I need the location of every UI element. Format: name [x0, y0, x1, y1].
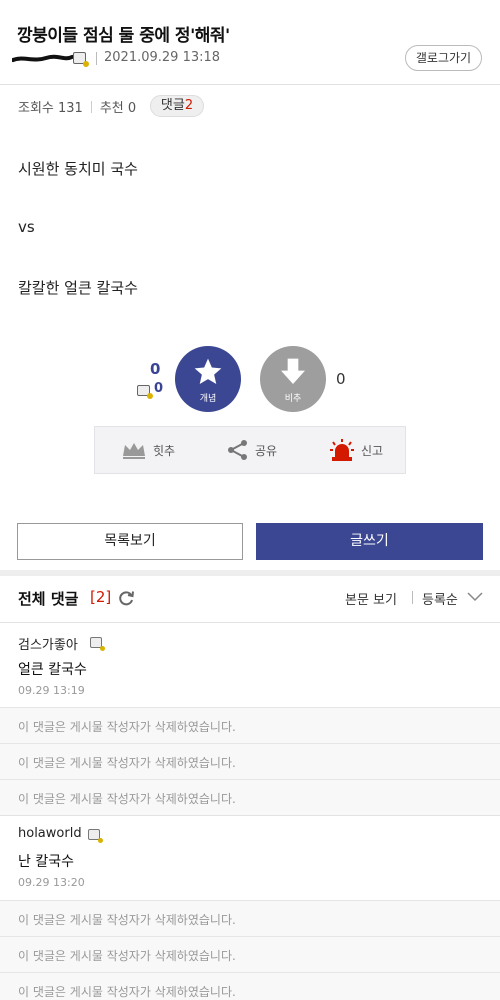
- share-icon: [228, 440, 247, 460]
- deleted-reply: 이 댓글은 게시물 작성자가 삭제하였습니다.: [0, 900, 500, 936]
- views-count: 조회수 131: [18, 101, 83, 116]
- share-label: 공유: [255, 443, 278, 458]
- list-button[interactable]: 목록보기: [17, 523, 243, 560]
- gallog-button[interactable]: 갤로그가기: [405, 45, 482, 71]
- post-date: 2021.09.29 13:18: [104, 50, 221, 65]
- deleted-reply: 이 댓글은 게시물 작성자가 삭제하였습니다.: [0, 707, 500, 743]
- hit-button[interactable]: 힛추: [121, 427, 175, 473]
- comments-count: [2]: [90, 588, 112, 606]
- deleted-reply: 이 댓글은 게시물 작성자가 삭제하였습니다.: [0, 972, 500, 1000]
- post-page: 깡붕이들 점심 둘 중에 정'해줘' 2021.09.29 13:18 갤로그가…: [0, 0, 500, 1000]
- share-button[interactable]: 공유: [227, 427, 277, 473]
- comment-nickname[interactable]: holaworld: [18, 826, 82, 841]
- deleted-reply: 이 댓글은 게시물 작성자가 삭제하였습니다.: [0, 779, 500, 815]
- comment-label: 댓글: [160, 98, 185, 113]
- deleted-reply: 이 댓글은 게시물 작성자가 삭제하였습니다.: [0, 936, 500, 972]
- sort-dropdown[interactable]: 등록순: [422, 589, 458, 608]
- upvote-label: 개념: [199, 394, 217, 404]
- divider: [0, 622, 500, 623]
- comment-text: 난 칼국수: [18, 854, 74, 870]
- upvote-button[interactable]: 개념: [175, 346, 241, 412]
- fixed-nick-icon: [137, 385, 153, 399]
- fixed-nick-icon: [90, 637, 105, 651]
- chevron-down-icon[interactable]: [467, 592, 483, 602]
- view-body-link[interactable]: 본문 보기: [345, 589, 397, 608]
- downvote-count: 0: [336, 370, 346, 388]
- post-body-line: 시원한 동치미 국수: [18, 160, 138, 178]
- report-label: 신고: [361, 443, 384, 458]
- siren-icon: [330, 439, 354, 461]
- comment-count-badge[interactable]: 댓글2: [150, 95, 204, 117]
- post-body-line: 칼칼한 얼큰 칼국수: [18, 279, 138, 297]
- divider: [0, 815, 500, 816]
- deleted-text: 이 댓글은 게시물 작성자가 삭제하였습니다.: [18, 985, 236, 999]
- meta-divider: [96, 52, 97, 65]
- deleted-reply: 이 댓글은 게시물 작성자가 삭제하였습니다.: [0, 743, 500, 779]
- deleted-text: 이 댓글은 게시물 작성자가 삭제하였습니다.: [18, 756, 236, 770]
- deleted-text: 이 댓글은 게시물 작성자가 삭제하였습니다.: [18, 792, 236, 806]
- comments-title: 전체 댓글: [18, 590, 79, 608]
- section-gap: [0, 570, 500, 576]
- crown-icon: [123, 443, 145, 459]
- report-button[interactable]: 신고: [329, 427, 383, 473]
- post-body-line: vs: [18, 218, 35, 236]
- write-button[interactable]: 글쓰기: [256, 523, 483, 560]
- post-stats: 조회수 131 추천 0: [18, 97, 136, 116]
- header-divider: [412, 591, 413, 604]
- comment-count: 2: [184, 98, 194, 113]
- fixed-nick-icon: [88, 829, 103, 843]
- divider: [0, 84, 500, 85]
- deleted-text: 이 댓글은 게시물 작성자가 삭제하였습니다.: [18, 949, 236, 963]
- arrow-down-icon: [281, 358, 305, 384]
- comment-text: 얼큰 칼국수: [18, 662, 87, 678]
- upvote-count: 0: [150, 360, 161, 378]
- fixed-upvote-count: 0: [154, 381, 164, 396]
- comment-time: 09.29 13:19: [18, 684, 85, 697]
- post-title: 깡붕이들 점심 둘 중에 정'해줘': [17, 26, 230, 46]
- recommend-count: 추천 0: [99, 101, 137, 116]
- author-fixed-nick-icon: [73, 52, 89, 67]
- hit-label: 힛추: [153, 443, 176, 458]
- downvote-label: 비추: [284, 394, 302, 404]
- post-actions: 힛추 공유 신고: [94, 426, 406, 474]
- comment-time: 09.29 13:20: [18, 876, 85, 889]
- comment-nickname[interactable]: 검스가좋아: [18, 634, 78, 653]
- deleted-text: 이 댓글은 게시물 작성자가 삭제하였습니다.: [18, 720, 236, 734]
- star-icon: [194, 358, 222, 384]
- deleted-text: 이 댓글은 게시물 작성자가 삭제하였습니다.: [18, 913, 236, 927]
- stats-divider: [90, 100, 92, 113]
- refresh-icon[interactable]: [117, 589, 135, 607]
- downvote-button[interactable]: 비추: [260, 346, 326, 412]
